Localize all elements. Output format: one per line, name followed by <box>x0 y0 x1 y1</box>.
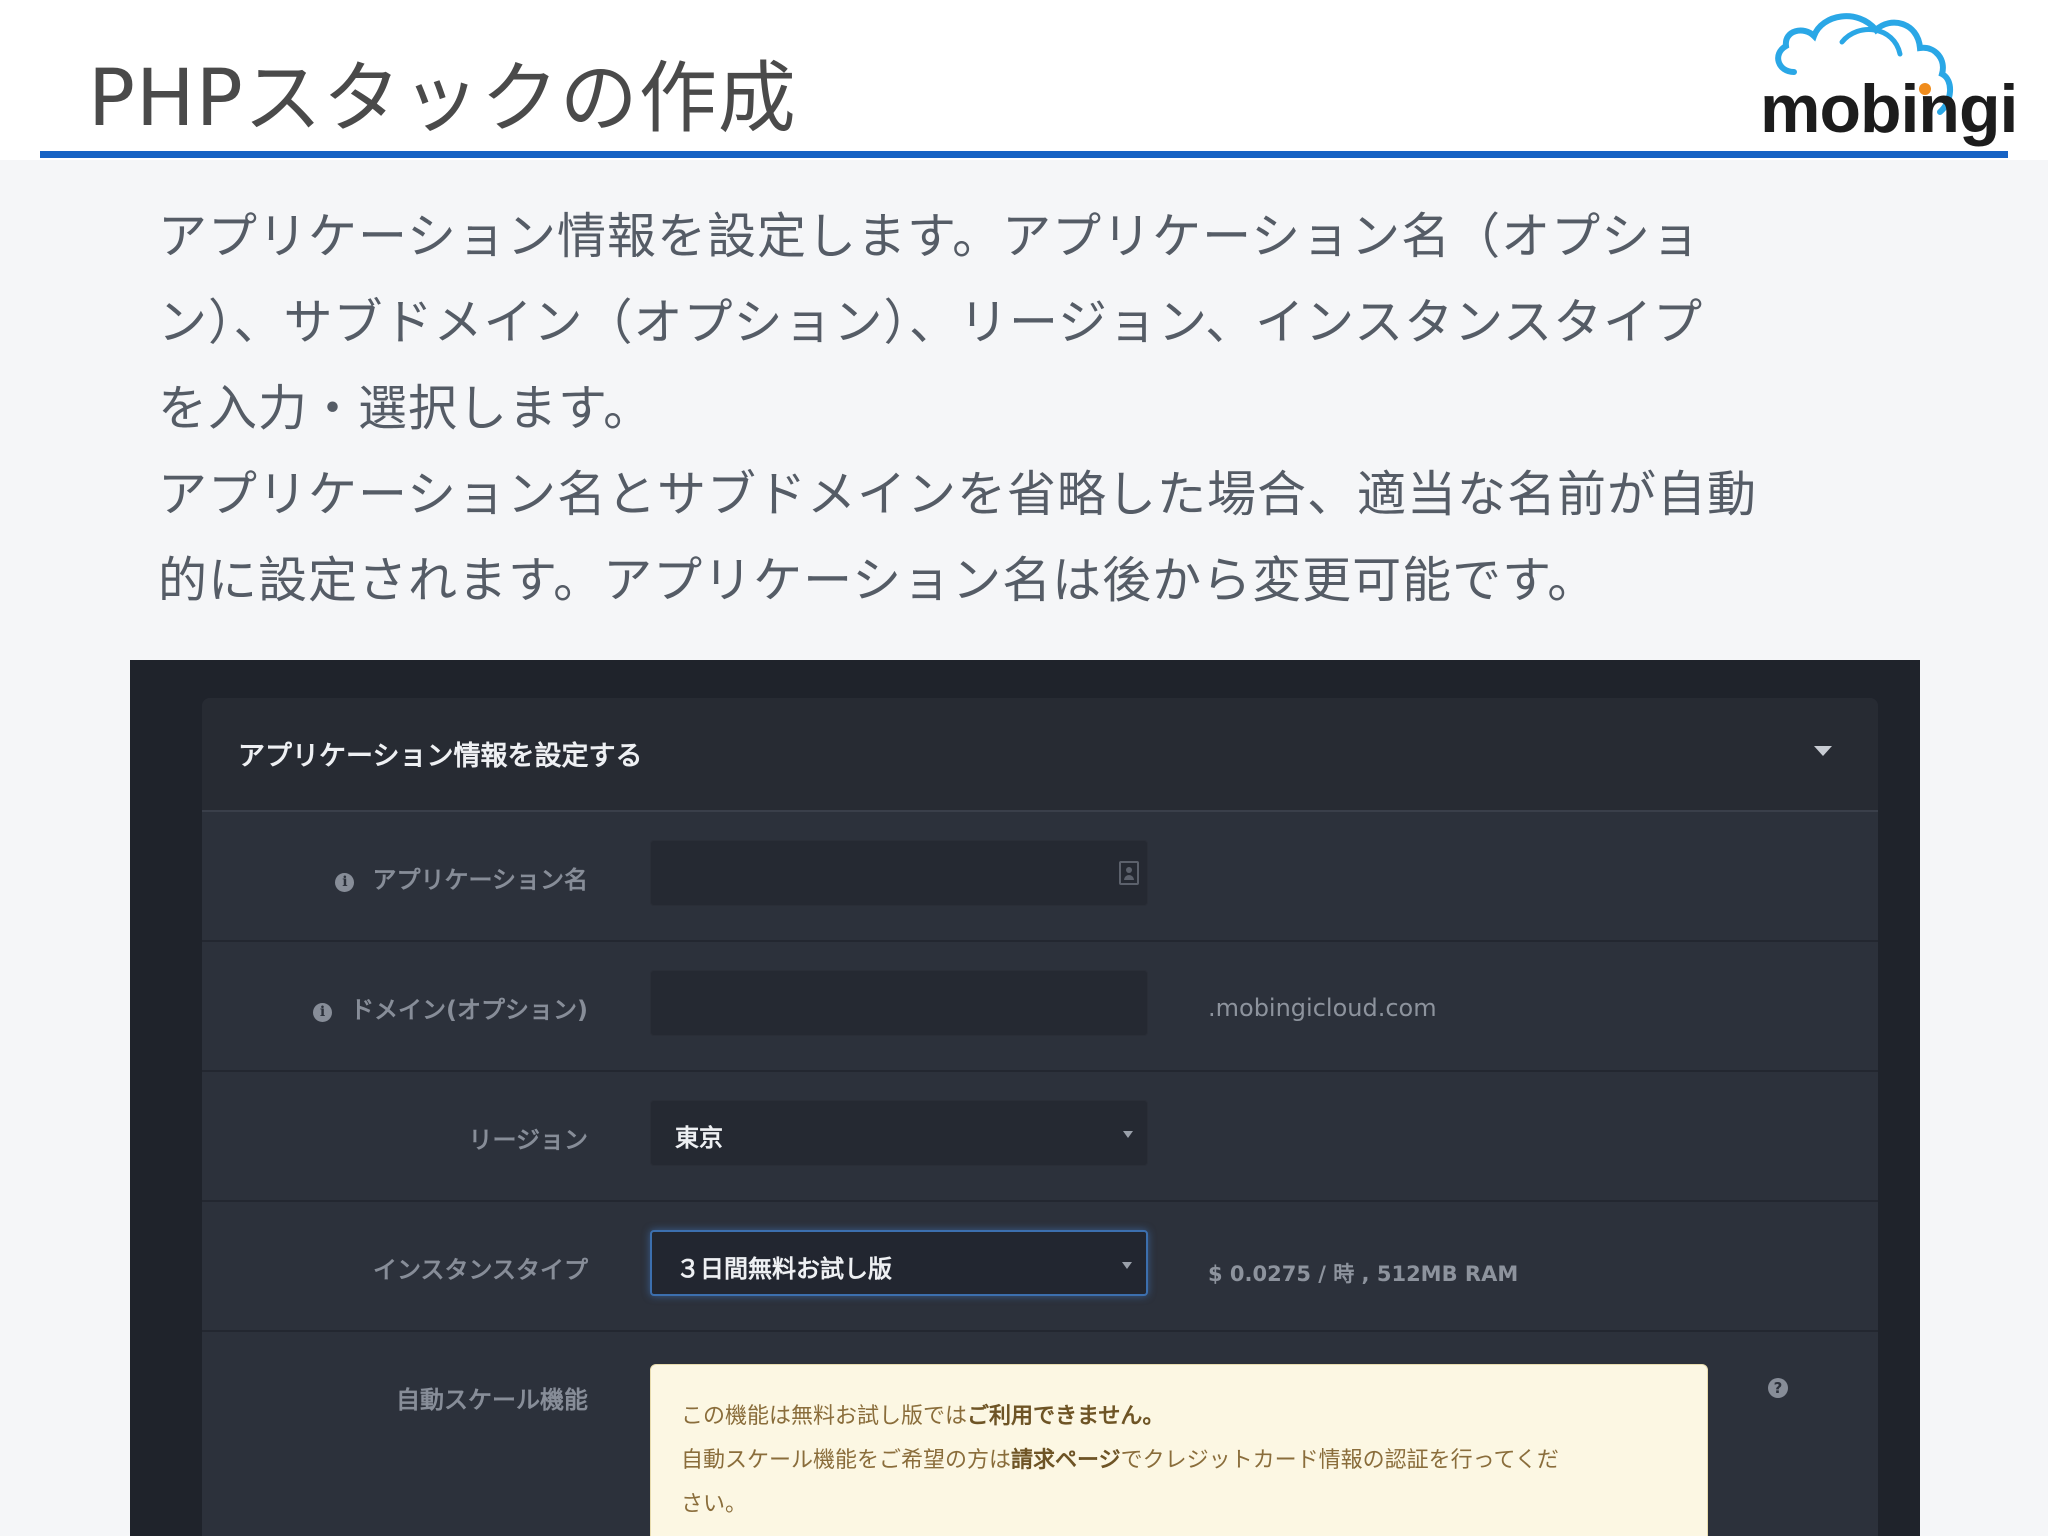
billing-page-link[interactable]: 請求ページ <box>1011 1448 1121 1473</box>
form-row-region: リージョン 東京 <box>202 1072 1878 1202</box>
card-title: アプリケーション情報を設定する <box>238 741 643 772</box>
instance-price: $ 0.0275 / 時 , 512MB RAM <box>1208 1262 1519 1286</box>
domain-input[interactable] <box>650 970 1148 1036</box>
app-screenshot-panel: アプリケーション情報を設定する i アプリケーション名 i ドメイン(オプション) … <box>130 660 1920 1536</box>
chevron-down-icon <box>1123 1131 1133 1138</box>
domain-label: i ドメイン(オプション) <box>313 990 588 1025</box>
mobingi-logo: mobingi <box>1758 8 2038 148</box>
form-row-app-name: i アプリケーション名 <box>202 812 1878 942</box>
description-line: ン）、サブドメイン（オプション）、リージョン、インスタンスタイプ <box>158 294 1704 351</box>
app-name-label: i アプリケーション名 <box>335 860 588 895</box>
autoscale-notice: この機能は無料お試し版ではご利用できません。 自動スケール機能をご希望の方は請求… <box>650 1364 1708 1536</box>
region-label: リージョン <box>468 1126 588 1154</box>
logo-text: mobingi <box>1760 71 2018 147</box>
instance-type-label: インスタンスタイプ <box>372 1256 588 1284</box>
app-settings-card: アプリケーション情報を設定する i アプリケーション名 i ドメイン(オプション) … <box>202 698 1878 1536</box>
description-line: アプリケーション名とサブドメインを省略した場合、適当な名前が自動 <box>158 466 1758 523</box>
card-header[interactable]: アプリケーション情報を設定する <box>202 698 1878 812</box>
instance-type-select[interactable]: ３日間無料お試し版 <box>650 1230 1148 1296</box>
description-line: を入力・選択します。 <box>158 380 654 437</box>
info-icon[interactable]: i <box>313 1003 333 1022</box>
description-line: 的に設定されます。アプリケーション名は後から変更可能です。 <box>158 552 1598 609</box>
notice-line-3: さい。 <box>681 1492 748 1517</box>
region-select[interactable]: 東京 <box>650 1100 1148 1166</box>
caret-down-icon[interactable] <box>1814 746 1832 756</box>
form-row-autoscale: 自動スケール機能 この機能は無料お試し版ではご利用できません。 自動スケール機能… <box>202 1332 1878 1536</box>
notice-line-2: 自動スケール機能をご希望の方は請求ページでクレジットカード情報の認証を行ってくだ <box>681 1448 1559 1473</box>
info-icon[interactable]: i <box>335 873 355 892</box>
autoscale-label: 自動スケール機能 <box>396 1386 588 1414</box>
chevron-down-icon <box>1122 1262 1132 1269</box>
region-value: 東京 <box>675 1124 723 1152</box>
form-row-domain: i ドメイン(オプション) .mobingicloud.com <box>202 942 1878 1072</box>
notice-line-1: この機能は無料お試し版ではご利用できません。 <box>681 1404 1165 1429</box>
contact-card-icon <box>1119 861 1139 885</box>
slide-title: PHPスタックの作成 <box>88 54 797 144</box>
app-name-input[interactable] <box>650 840 1148 906</box>
domain-suffix: .mobingicloud.com <box>1208 994 1437 1022</box>
title-underline <box>40 151 2008 158</box>
description-text: アプリケーション情報を設定します。アプリケーション名（オプショ ン）、サブドメイ… <box>158 194 1798 624</box>
slide-header: PHPスタックの作成 mobingi <box>0 0 2048 160</box>
instance-type-value: ３日間無料お試し版 <box>676 1255 892 1283</box>
description-line: アプリケーション情報を設定します。アプリケーション名（オプショ <box>158 208 1702 265</box>
help-icon[interactable]: ? <box>1768 1378 1788 1398</box>
form-row-instance-type: インスタンスタイプ ３日間無料お試し版 $ 0.0275 / 時 , 512MB… <box>202 1202 1878 1332</box>
